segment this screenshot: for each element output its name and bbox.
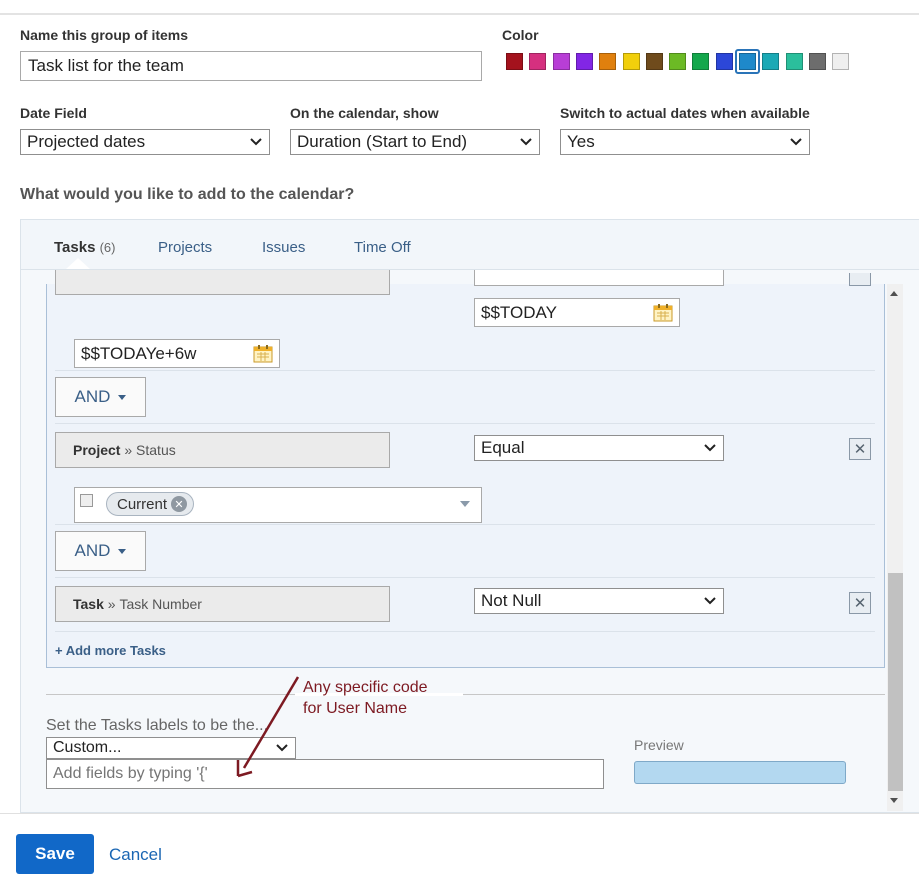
rule-divider [55,423,875,424]
color-swatch[interactable] [623,53,640,70]
color-swatch[interactable] [809,53,826,70]
and-button-2[interactable]: AND [55,531,146,571]
annotation-arrow-icon [236,676,300,778]
tab-time-off[interactable]: Time Off [354,239,411,256]
color-label: Color [502,27,539,43]
rule-field: Status [136,442,176,458]
color-swatch[interactable] [739,53,756,70]
partial-operator-select [474,270,724,286]
color-swatch[interactable] [506,53,523,70]
actual-dates-label: Switch to actual dates when available [560,105,810,121]
caret-down-icon [118,394,127,400]
rule-object: Task [73,596,104,612]
add-more-tasks-link[interactable]: + Add more Tasks [55,643,166,658]
rule-separator: » [107,596,116,612]
label-fields-input[interactable] [46,759,604,789]
color-swatch[interactable] [786,53,803,70]
color-swatch[interactable] [553,53,570,70]
calendar-icon[interactable] [653,303,673,322]
remove-rule-button[interactable]: ✕ [849,438,871,460]
date-start-input[interactable]: $$TODAY [474,298,680,327]
date-end-value: $$TODAYe+6w [81,343,197,363]
group-name-input[interactable]: Task list for the team [20,51,482,81]
rule-separator: » [124,442,133,458]
tab-tasks-count: (6) [99,240,116,255]
rule-divider [55,370,875,371]
color-swatch[interactable] [599,53,616,70]
chevron-down-icon [249,135,263,149]
tabs-bar [21,220,919,270]
and-label: AND [74,387,111,406]
section-divider [46,694,885,695]
rule-field-task-number[interactable]: Task » Task Number [55,586,390,622]
rule-divider [55,577,875,578]
remove-rule-button[interactable]: ✕ [849,592,871,614]
operator-select-status[interactable]: Equal [474,435,724,461]
date-field-select[interactable]: Projected dates [20,129,270,155]
chevron-down-icon [703,441,717,455]
tab-issues[interactable]: Issues [262,239,305,256]
partial-remove-button [849,273,871,286]
active-tab-pointer [66,258,90,269]
labels-select-value: Custom... [53,739,122,756]
chevron-down-icon [519,135,533,149]
checkbox-icon[interactable] [80,494,93,507]
color-swatch[interactable] [529,53,546,70]
close-icon: ✕ [853,595,867,612]
dropdown-arrow-icon[interactable] [460,501,470,507]
annotation-text: Any specific code for User Name [303,679,428,717]
footer-divider [0,813,919,814]
cancel-button[interactable]: Cancel [109,845,162,865]
add-to-calendar-heading: What would you like to add to the calend… [20,186,355,203]
operator-value: Not Null [481,591,542,610]
partial-field-box [55,270,390,295]
operator-select-number[interactable]: Not Null [474,588,724,614]
scrollbar-thumb[interactable] [888,573,903,791]
operator-value: Equal [481,438,525,457]
rule-object: Project [73,442,121,458]
tag-label: Current [117,495,168,513]
rule-field: Task Number [119,596,202,612]
chevron-down-icon [789,135,803,149]
color-swatch[interactable] [716,53,733,70]
calendar-show-value: Duration (Start to End) [297,132,468,151]
calendar-show-select[interactable]: Duration (Start to End) [290,129,540,155]
color-swatch[interactable] [646,53,663,70]
chevron-down-icon [703,594,717,608]
tab-tasks-label: Tasks [54,239,96,256]
color-swatch[interactable] [692,53,709,70]
color-swatch[interactable] [762,53,779,70]
date-end-input[interactable]: $$TODAYe+6w [74,339,280,368]
rule-field-project-status[interactable]: Project » Status [55,432,390,468]
group-name-value: Task list for the team [28,56,184,75]
save-button[interactable]: Save [16,834,94,874]
top-border [0,13,919,15]
scroll-up-arrow-icon[interactable] [890,291,898,296]
date-field-value: Projected dates [27,132,146,151]
group-name-label: Name this group of items [20,27,189,43]
date-field-label: Date Field [20,105,87,121]
date-start-value: $$TODAY [481,302,557,322]
remove-tag-icon[interactable]: ✕ [171,496,187,512]
caret-down-icon [118,548,127,554]
calendar-icon[interactable] [253,344,273,363]
label-preview-swatch [634,761,846,784]
rule-divider [55,631,875,632]
actual-dates-select[interactable]: Yes [560,129,810,155]
color-swatch[interactable] [576,53,593,70]
tab-tasks[interactable]: Tasks (6) [54,239,115,256]
rule-divider [55,524,875,525]
preview-label: Preview [634,737,684,753]
actual-dates-value: Yes [567,132,595,151]
and-label: AND [74,541,111,560]
scroll-down-arrow-icon[interactable] [890,798,898,803]
close-icon: ✕ [853,441,867,458]
color-swatch[interactable] [669,53,686,70]
calendar-show-label: On the calendar, show [290,105,439,121]
tab-projects[interactable]: Projects [158,239,212,256]
and-button-1[interactable]: AND [55,377,146,417]
color-swatch[interactable] [832,53,849,70]
